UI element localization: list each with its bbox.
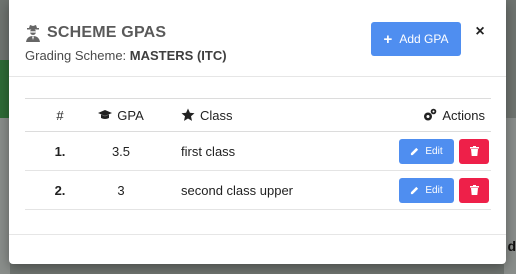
row-class: first class xyxy=(181,143,236,159)
header-gpa: GPA xyxy=(95,99,147,131)
edit-label: Edit xyxy=(425,145,443,157)
row-actions: Edit xyxy=(391,171,491,209)
delete-button[interactable] xyxy=(459,138,489,164)
modal-header: SCHEME GPAS Grading Scheme: MASTERS (ITC… xyxy=(9,0,506,77)
scheme-gpas-modal: SCHEME GPAS Grading Scheme: MASTERS (ITC… xyxy=(9,0,506,264)
table-row: 1. 3.5 first class Edit xyxy=(25,132,491,171)
modal-title: SCHEME GPAS xyxy=(47,24,167,41)
header-gpa-label: GPA xyxy=(117,107,144,123)
pencil-icon xyxy=(411,147,419,155)
header-class-label: Class xyxy=(200,107,233,123)
row-gpa: 3.5 xyxy=(111,143,131,159)
pencil-icon xyxy=(411,186,419,194)
cogs-icon xyxy=(423,108,437,122)
modal-title-row: SCHEME GPAS xyxy=(25,24,166,42)
edit-button[interactable]: Edit xyxy=(399,138,454,164)
user-secret-icon xyxy=(25,24,41,42)
row-num: 2. xyxy=(54,182,66,198)
scheme-name: MASTERS (ITC) xyxy=(129,48,227,63)
row-class: second class upper xyxy=(181,182,294,198)
add-gpa-button[interactable]: + Add GPA xyxy=(371,22,461,56)
header-class: Class xyxy=(181,99,233,131)
trash-icon xyxy=(469,146,479,156)
header-actions: Actions xyxy=(391,99,491,131)
close-button[interactable]: × xyxy=(472,22,488,42)
edit-label: Edit xyxy=(425,184,443,196)
row-num: 1. xyxy=(54,143,66,159)
table-row: 2. 3 second class upper Edit xyxy=(25,171,491,210)
grading-scheme-subtitle: Grading Scheme: MASTERS (ITC) xyxy=(25,48,227,63)
modal-footer-divider xyxy=(9,234,506,235)
row-gpa: 3 xyxy=(117,182,125,198)
header-num: # xyxy=(56,107,64,123)
row-actions: Edit xyxy=(391,132,491,170)
table-header: # GPA Class Actions xyxy=(25,98,491,132)
delete-button[interactable] xyxy=(459,177,489,203)
header-actions-label: Actions xyxy=(442,107,485,123)
gpa-table: # GPA Class Actions 1. 3.5 first class E… xyxy=(25,98,491,210)
star-icon xyxy=(181,108,195,122)
edit-button[interactable]: Edit xyxy=(399,177,454,203)
trash-icon xyxy=(469,185,479,195)
subtitle-prefix: Grading Scheme: xyxy=(25,48,127,63)
backdrop-text: d xyxy=(507,238,516,254)
plus-icon: + xyxy=(383,30,393,48)
add-gpa-label: Add GPA xyxy=(399,32,449,46)
graduation-cap-icon xyxy=(98,108,113,122)
